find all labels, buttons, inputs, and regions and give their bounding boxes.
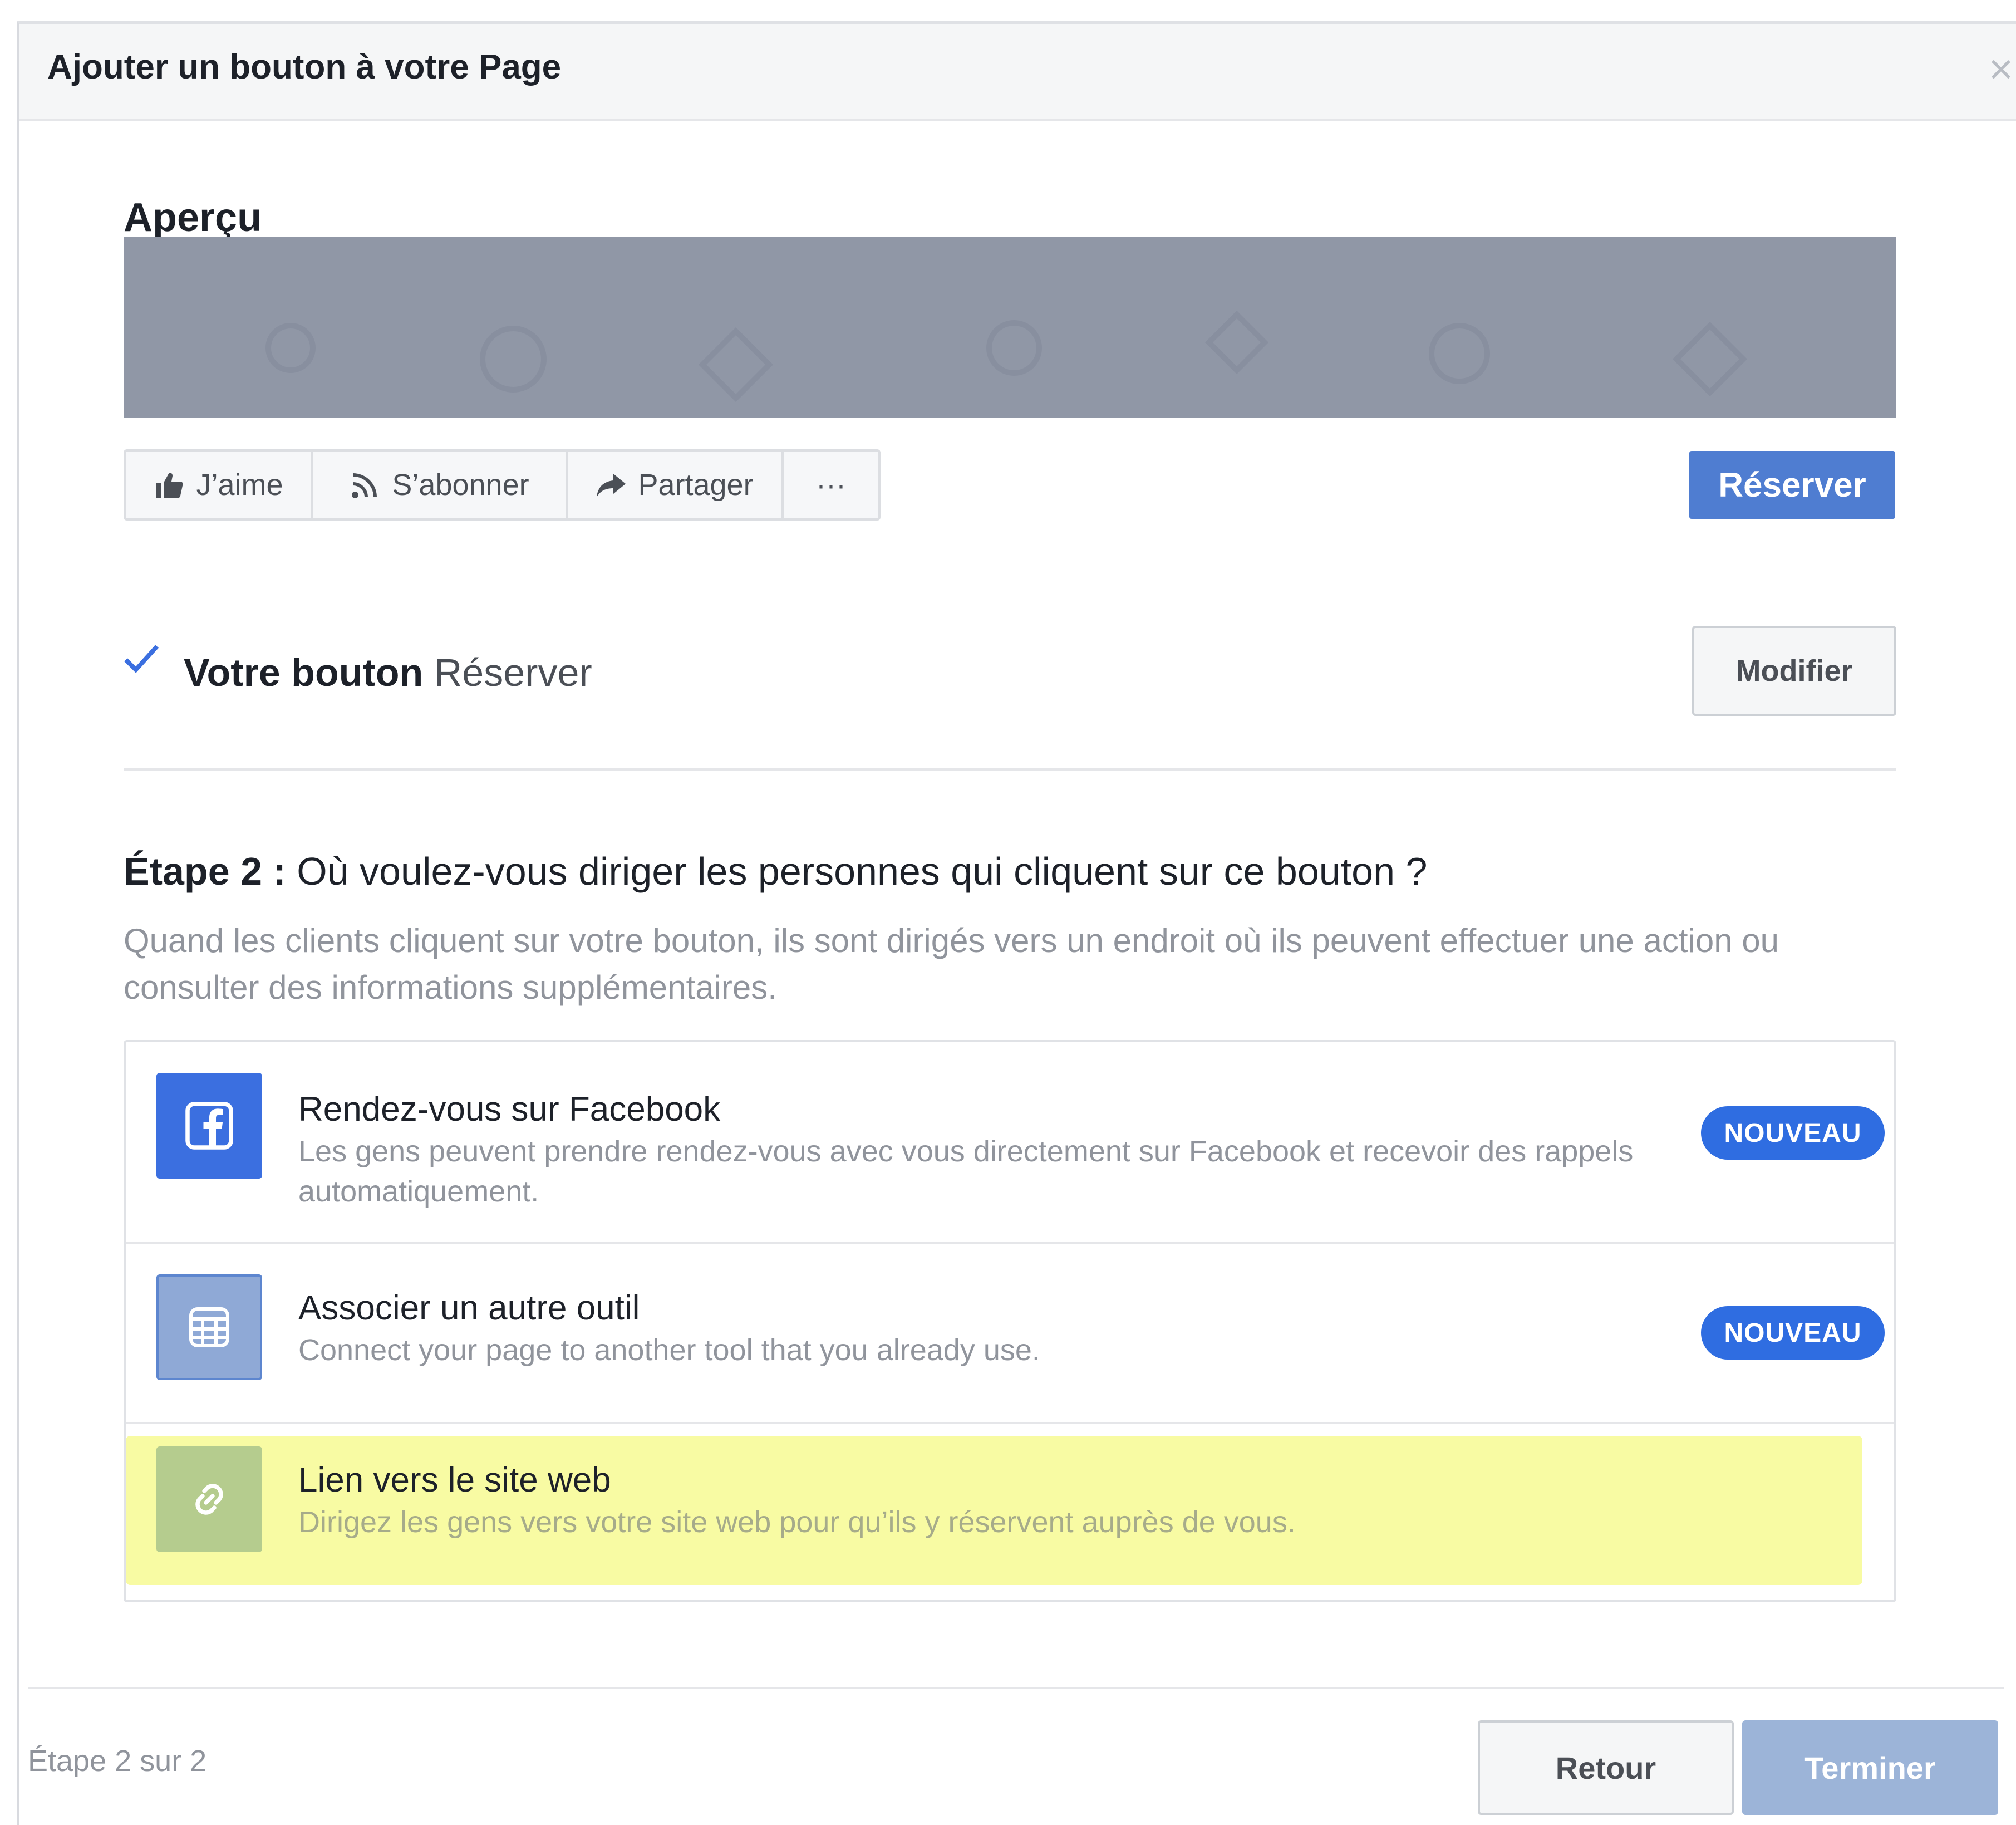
cover-photo-placeholder — [124, 237, 1896, 418]
share-button[interactable]: Partager — [568, 452, 784, 518]
page-action-buttons: J’aime S’abonner Partager ··· — [124, 449, 881, 521]
thumbs-up-icon — [156, 473, 183, 498]
share-label: Partager — [638, 468, 754, 502]
like-label: J’aime — [196, 468, 283, 502]
your-button-label: Votre bouton — [184, 651, 424, 694]
option-connect-tool[interactable]: Associer un autre outil Connect your pag… — [126, 1244, 1894, 1422]
calendar-icon — [156, 1274, 262, 1380]
cover-pattern — [265, 310, 1748, 403]
preview-heading: Aperçu — [124, 195, 262, 240]
share-arrow-icon — [597, 474, 626, 497]
your-button-value: Réserver — [434, 651, 592, 694]
new-badge: NOUVEAU — [1701, 1306, 1885, 1360]
follow-label: S’abonner — [392, 468, 529, 502]
option-description: Dirigez les gens vers votre site web pou… — [298, 1505, 1296, 1539]
footer-divider — [28, 1687, 2004, 1689]
option-website-link[interactable]: Lien vers le site web Dirigez les gens v… — [126, 1424, 1894, 1602]
section-divider — [124, 768, 1896, 771]
follow-button[interactable]: S’abonner — [313, 452, 568, 518]
step-question-text: Où voulez-vous diriger les personnes qui… — [297, 850, 1428, 893]
reserve-preview-button[interactable]: Réserver — [1689, 451, 1895, 519]
rss-icon — [352, 473, 377, 498]
step-prefix: Étape 2 : — [124, 850, 286, 893]
option-facebook-booking[interactable]: Rendez-vous sur Facebook Les gens peuven… — [126, 1042, 1894, 1242]
check-icon — [124, 645, 159, 673]
link-icon — [156, 1446, 262, 1552]
option-title: Associer un autre outil — [298, 1289, 640, 1327]
option-description: Connect your page to another tool that y… — [298, 1333, 1040, 1367]
option-description: Les gens peuvent prendre rendez-vous ave… — [298, 1135, 1634, 1208]
step-indicator: Étape 2 sur 2 — [28, 1744, 207, 1778]
dialog-header: Ajouter un bouton à votre Page × — [19, 24, 2016, 121]
more-icon: ··· — [816, 468, 846, 502]
dialog-title: Ajouter un bouton à votre Page — [47, 48, 562, 86]
your-button-summary: Votre bouton Réserver — [184, 650, 592, 695]
like-button[interactable]: J’aime — [126, 452, 313, 518]
close-icon[interactable]: × — [1979, 47, 2016, 92]
destination-options: Rendez-vous sur Facebook Les gens peuven… — [124, 1040, 1896, 1602]
finish-button[interactable]: Terminer — [1742, 1720, 1998, 1815]
back-button[interactable]: Retour — [1478, 1720, 1734, 1815]
new-badge: NOUVEAU — [1701, 1106, 1885, 1160]
option-title: Rendez-vous sur Facebook — [298, 1090, 721, 1129]
more-button[interactable]: ··· — [784, 452, 878, 518]
step-description: Quand les clients cliquent sur votre bou… — [124, 922, 1779, 1006]
facebook-icon — [156, 1073, 262, 1179]
modify-button[interactable]: Modifier — [1692, 626, 1896, 716]
option-title: Lien vers le site web — [298, 1461, 611, 1499]
step-question: Étape 2 : Où voulez-vous diriger les per… — [124, 849, 1427, 894]
